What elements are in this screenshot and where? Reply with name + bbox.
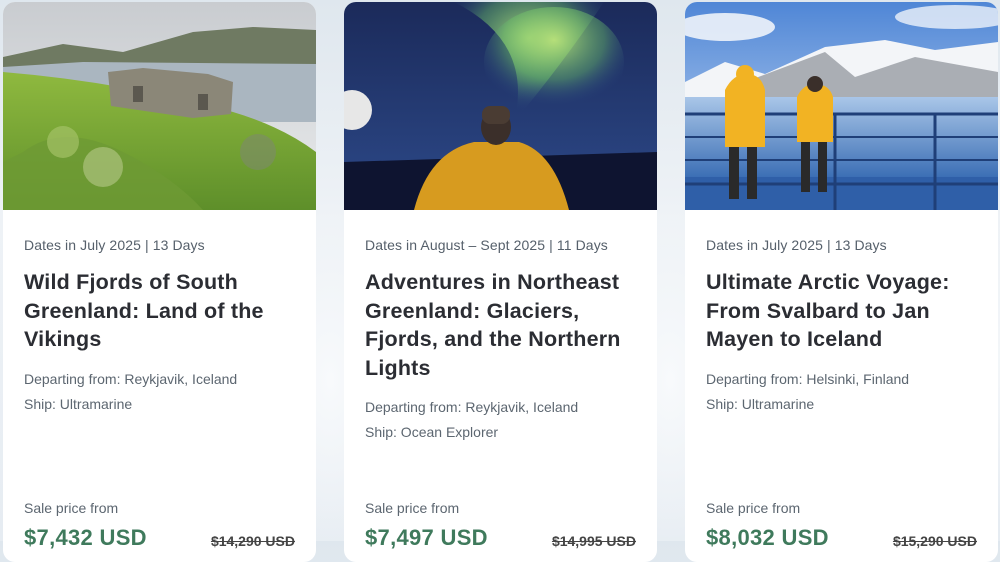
original-price: $14,995 USD xyxy=(551,533,636,549)
trip-dates: Dates in July 2025 | 13 Days xyxy=(706,237,887,253)
sale-price: $7,432 USD xyxy=(24,525,147,550)
trip-image-ship-deck[interactable] xyxy=(685,2,998,210)
departure-location: Departing from: Helsinki, Finland xyxy=(706,370,910,387)
ship-name: Ship: Ocean Explorer xyxy=(365,424,499,440)
trip-card-northeast-greenland[interactable]: Dates in August – Sept 2025 | 11 Days Ad… xyxy=(344,2,657,562)
ship-name: Ship: Ultramarine xyxy=(24,395,133,412)
sale-price: $7,497 USD xyxy=(365,525,488,550)
trip-image-northern-lights[interactable] xyxy=(344,2,657,210)
trip-card-arctic-voyage[interactable]: Dates in July 2025 | 13 Days Ultimate Ar… xyxy=(685,2,998,562)
sale-price-label: Sale price from xyxy=(706,500,801,516)
trip-image-greenland-ruins[interactable] xyxy=(3,2,316,210)
sale-price-label: Sale price from xyxy=(24,500,119,516)
trip-title[interactable]: Wild Fjords of South Greenland: Land of … xyxy=(24,268,295,354)
trip-title[interactable]: Adventures in Northeast Greenland: Glaci… xyxy=(365,268,636,382)
departure-location: Departing from: Reykjavik, Iceland xyxy=(365,399,579,415)
trip-dates: Dates in August – Sept 2025 | 11 Days xyxy=(365,237,608,253)
departure-location: Departing from: Reykjavik, Iceland xyxy=(24,370,238,387)
sale-price: $8,032 USD xyxy=(706,525,829,550)
trip-dates: Dates in July 2025 | 13 Days xyxy=(24,237,205,253)
trip-card-south-greenland[interactable]: Dates in July 2025 | 13 Days Wild Fjords… xyxy=(3,2,316,562)
ship-name: Ship: Ultramarine xyxy=(706,395,815,412)
trip-title[interactable]: Ultimate Arctic Voyage: From Svalbard to… xyxy=(706,268,977,354)
original-price: $14,290 USD xyxy=(210,533,295,549)
original-price: $15,290 USD xyxy=(892,533,977,549)
sale-price-label: Sale price from xyxy=(365,500,460,516)
